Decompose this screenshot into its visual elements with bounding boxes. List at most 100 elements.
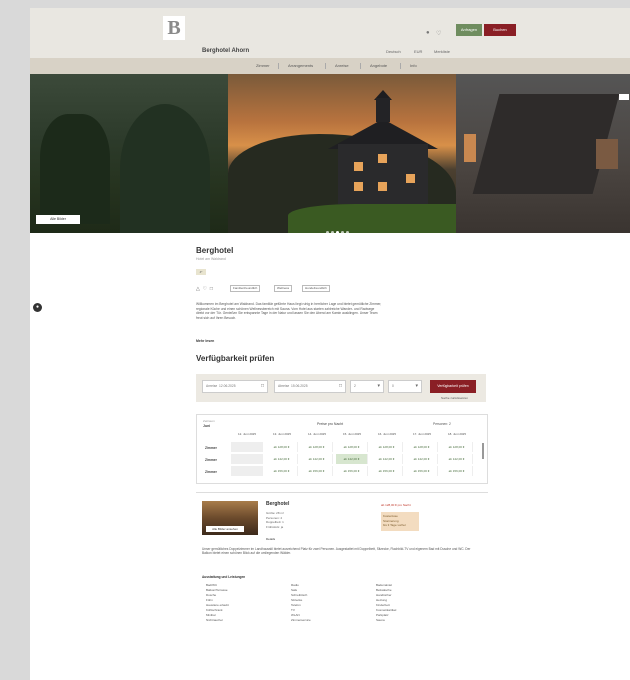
feature-chip[interactable]: Familienfreundlich [230,285,261,292]
checkout-value: 15.06.2025 [291,384,308,388]
nav-item-offers[interactable]: Angebote [370,63,387,68]
calendar-icon: □ [260,383,264,389]
brand-logo[interactable]: B [163,16,185,40]
brand-name[interactable]: Berghotel Ahorn [202,48,249,54]
amenity-item: Sitzecke [291,598,303,602]
availability-calendar: Zeitraum Juni Preise pro Nacht Personen:… [196,414,488,484]
calendar-scrollbar[interactable] [482,443,484,459]
calendar-persons[interactable]: Personen: 2 [433,422,451,426]
calendar-cell[interactable]: ab 156,00 € [441,466,473,476]
gallery-dot[interactable] [326,231,329,233]
hero-gallery[interactable]: Alle Bilder [30,74,630,233]
gallery-image-roof[interactable] [456,74,630,233]
nav-item-arrangements[interactable]: Arrangements [288,63,313,68]
nav-divider [325,63,326,69]
gallery-dot-active[interactable] [336,231,339,233]
tower-shape [376,98,390,122]
room-photos-button[interactable]: Alle Bilder ansehen [206,526,244,532]
calendar-cell[interactable]: ab 128,00 € [406,442,438,452]
currency-link[interactable]: EUR [414,49,422,54]
feature-chip[interactable]: Hundefreundlich [302,285,330,292]
chat-icon[interactable]: ● [33,303,42,312]
amenity-item: Telefon [291,603,301,607]
checkout-field[interactable]: Abreise 15.06.2025 □ [274,380,346,393]
amenity-item: Bettwäsche [376,588,392,592]
reset-search-link[interactable]: Suche zurücksetzen [441,396,468,400]
calendar-cell[interactable]: ab 156,00 € [406,466,438,476]
checkin-field[interactable]: Anreise 12.06.2025 □ [202,380,268,393]
inquire-button[interactable]: Anfragen [456,24,482,36]
calendar-cell[interactable]: ab 142,00 € [301,454,333,464]
calendar-cell-selected[interactable]: ab 142,00 € [336,454,368,464]
property-subtitle: Hotel am Waldrand [196,257,226,261]
room-title[interactable]: Berghotel [266,501,289,507]
calendar-cell[interactable]: ab 156,00 € [301,466,333,476]
nav-item-rooms[interactable]: Zimmer [256,63,270,68]
calendar-cell[interactable]: ab 142,00 € [441,454,473,464]
grass-shape [288,204,456,233]
children-select[interactable]: 0 ▾ [388,380,422,393]
share-icon[interactable]: △ [196,286,200,292]
print-icon[interactable]: □ [210,286,213,292]
calendar-cell [231,442,263,452]
gallery-dot[interactable] [341,231,344,233]
calendar-cell[interactable]: ab 128,00 € [266,442,298,452]
gallery-dot[interactable] [331,231,334,233]
language-link[interactable]: Deutsch [386,49,401,54]
calendar-cell[interactable]: ab 128,00 € [371,442,403,452]
check-availability-button[interactable]: Verfügbarkeit prüfen [430,380,476,393]
calendar-cell[interactable]: ab 128,00 € [336,442,368,452]
calendar-cell[interactable]: ab 156,00 € [266,466,298,476]
heart-icon[interactable]: ♡ [436,30,441,37]
site-header: B Berghotel Ahorn ● ♡ Anfragen Buchen De… [30,8,630,58]
nav-divider [400,63,401,69]
amenity-item: Zimmerservice [291,618,311,622]
amenity-item: Bad/WC [206,583,218,587]
book-button[interactable]: Buchen [484,24,516,36]
read-more-link[interactable]: Mehr lesen [196,339,214,343]
window-light [354,182,363,191]
user-icon[interactable]: ● [426,30,430,36]
gallery-dot[interactable] [346,231,349,233]
checkout-label: Abreise [278,384,290,388]
gallery-image-forest[interactable] [30,74,228,233]
gallery-image-main[interactable] [228,74,456,233]
amenity-item: Dusche [206,593,217,597]
feature-chip[interactable]: Wellness [274,285,293,292]
calendar-cell[interactable]: ab 142,00 € [406,454,438,464]
window-light [464,134,476,162]
calendar-cell[interactable]: ab 156,00 € [336,466,368,476]
main-nav: Zimmer Arrangements Anreise Angebote Inf… [30,58,630,74]
room-spec: Größe: 28 m² [266,511,284,515]
children-value: 0 [392,384,394,388]
heart-icon[interactable]: ♡ [203,286,207,292]
calendar-cell[interactable]: ab 142,00 € [266,454,298,464]
gallery-dots [326,221,351,233]
calendar-cell [231,466,263,476]
calendar-row-label: Zimmer [205,446,217,450]
calendar-cell[interactable]: ab 128,00 € [441,442,473,452]
room-details-link[interactable]: Details [266,537,275,541]
nav-item-info[interactable]: Info [410,63,417,68]
nav-item-arrival[interactable]: Anreise [335,63,349,68]
availability-title: Verfügbarkeit prüfen [196,354,275,363]
all-photos-button[interactable]: Alle Bilder [36,215,80,224]
window-shape [596,139,618,169]
amenity-item: Parkplatz [376,613,389,617]
room-specs: Größe: 28 m² Personen: 2 Doppelbett: 1 F… [266,511,284,529]
checkin-value: 12.06.2025 [219,384,236,388]
calendar-cell[interactable]: ab 156,00 € [371,466,403,476]
room-spec: Frühstück: ja [266,524,284,529]
amenity-item: Sauna [376,618,385,622]
amenity-item: Safe [291,588,298,592]
calendar-cell[interactable]: ab 142,00 € [371,454,403,464]
calendar-label: Zeitraum [203,419,215,423]
calendar-cell[interactable]: ab 128,00 € [301,442,333,452]
gallery-next-button[interactable] [619,94,629,100]
wishlist-link[interactable]: Merkliste [434,49,450,54]
page: B Berghotel Ahorn ● ♡ Anfragen Buchen De… [30,8,630,680]
property-title: Berghotel [196,246,234,255]
adults-select[interactable]: 2 ▾ [350,380,384,393]
room-card: Alle Bilder ansehen Berghotel Größe: 28 … [196,492,488,680]
cancellation-line: bis 3 Tage vorher [383,523,406,528]
